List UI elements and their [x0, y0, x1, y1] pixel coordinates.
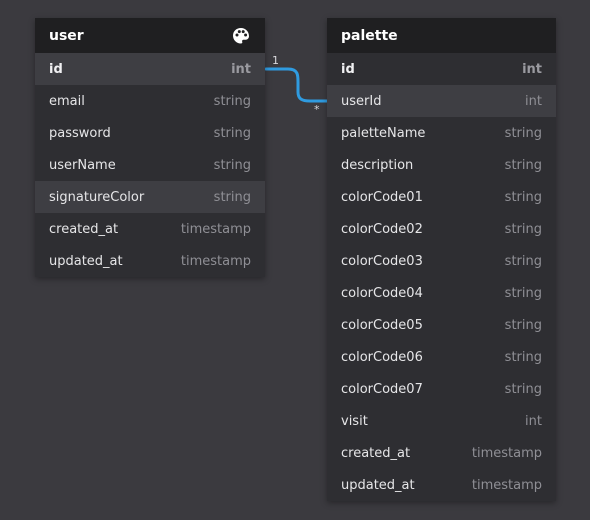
field-type: string	[213, 157, 251, 173]
field-type: string	[504, 381, 542, 397]
table-palette-header[interactable]: palette	[327, 18, 556, 53]
field-row-colorcode03[interactable]: colorCode03 string	[327, 245, 556, 277]
field-name: password	[49, 125, 111, 141]
field-type: string	[504, 253, 542, 269]
field-row-colorcode02[interactable]: colorCode02 string	[327, 213, 556, 245]
erd-canvas: 1 * user id int email string password st…	[0, 0, 590, 520]
field-name: email	[49, 93, 85, 109]
field-name: updated_at	[49, 253, 123, 269]
field-type: string	[504, 317, 542, 333]
table-user-header[interactable]: user	[35, 18, 265, 53]
field-type: int	[231, 61, 251, 77]
palette-icon[interactable]	[231, 26, 251, 46]
field-row-palettename[interactable]: paletteName string	[327, 117, 556, 149]
field-row-id[interactable]: id int	[35, 53, 265, 85]
field-type: string	[504, 285, 542, 301]
field-type: int	[525, 413, 542, 429]
field-name: created_at	[341, 445, 411, 461]
field-type: string	[213, 125, 251, 141]
field-row-colorcode07[interactable]: colorCode07 string	[327, 373, 556, 405]
field-name: signatureColor	[49, 189, 145, 205]
field-type: int	[525, 93, 542, 109]
field-name: description	[341, 157, 414, 173]
field-type: string	[504, 221, 542, 237]
field-type: timestamp	[471, 477, 542, 493]
field-name: userName	[49, 157, 116, 173]
field-type: string	[504, 189, 542, 205]
table-palette[interactable]: palette id int userId int paletteName st…	[327, 18, 556, 501]
field-row-visit[interactable]: visit int	[327, 405, 556, 437]
field-name: id	[49, 61, 63, 77]
table-user[interactable]: user id int email string password string	[35, 18, 265, 277]
field-name: colorCode02	[341, 221, 423, 237]
field-row-id[interactable]: id int	[327, 53, 556, 85]
field-name: colorCode05	[341, 317, 423, 333]
field-row-password[interactable]: password string	[35, 117, 265, 149]
field-name: visit	[341, 413, 368, 429]
field-row-signaturecolor[interactable]: signatureColor string	[35, 181, 265, 213]
field-name: userId	[341, 93, 382, 109]
field-row-created-at[interactable]: created_at timestamp	[35, 213, 265, 245]
field-type: string	[213, 189, 251, 205]
field-type: string	[213, 93, 251, 109]
field-type: string	[504, 349, 542, 365]
field-row-updated-at[interactable]: updated_at timestamp	[35, 245, 265, 277]
field-row-username[interactable]: userName string	[35, 149, 265, 181]
field-name: colorCode06	[341, 349, 423, 365]
table-title: user	[49, 27, 84, 44]
field-row-colorcode04[interactable]: colorCode04 string	[327, 277, 556, 309]
field-name: paletteName	[341, 125, 426, 141]
field-type: string	[504, 125, 542, 141]
field-type: string	[504, 157, 542, 173]
relation-line[interactable]	[264, 67, 330, 103]
field-row-colorcode01[interactable]: colorCode01 string	[327, 181, 556, 213]
cardinality-many-label: *	[314, 103, 320, 116]
field-name: id	[341, 61, 355, 77]
field-name: colorCode07	[341, 381, 423, 397]
field-row-updated-at[interactable]: updated_at timestamp	[327, 469, 556, 501]
field-row-colorcode06[interactable]: colorCode06 string	[327, 341, 556, 373]
field-name: colorCode04	[341, 285, 423, 301]
field-name: updated_at	[341, 477, 415, 493]
field-type: timestamp	[471, 445, 542, 461]
field-row-description[interactable]: description string	[327, 149, 556, 181]
field-name: colorCode01	[341, 189, 423, 205]
field-row-colorcode05[interactable]: colorCode05 string	[327, 309, 556, 341]
field-row-userid[interactable]: userId int	[327, 85, 556, 117]
field-row-created-at[interactable]: created_at timestamp	[327, 437, 556, 469]
cardinality-one-label: 1	[272, 54, 279, 67]
field-type: timestamp	[180, 253, 251, 269]
table-title: palette	[341, 27, 398, 44]
field-name: colorCode03	[341, 253, 423, 269]
field-type: int	[522, 61, 542, 77]
field-type: timestamp	[180, 221, 251, 237]
field-name: created_at	[49, 221, 119, 237]
field-row-email[interactable]: email string	[35, 85, 265, 117]
